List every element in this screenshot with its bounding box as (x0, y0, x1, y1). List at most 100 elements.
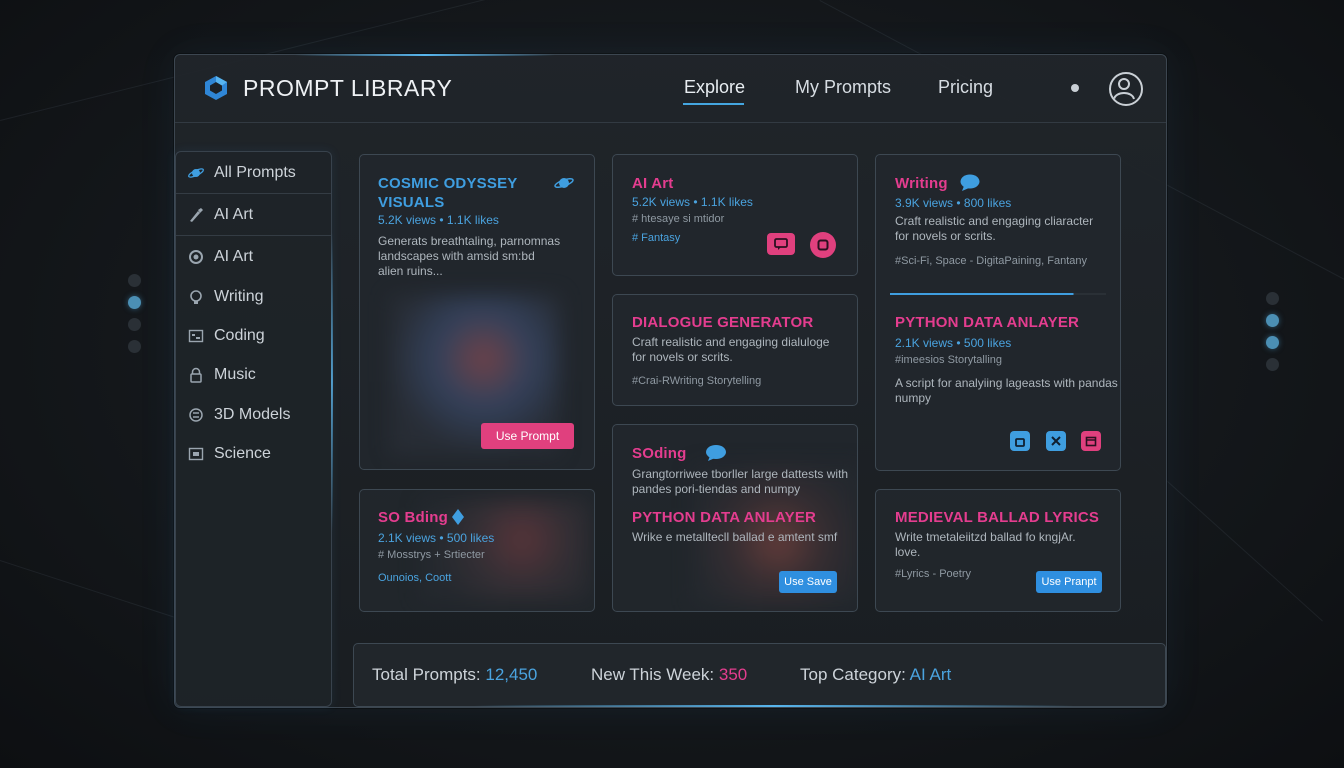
close-icon[interactable] (1046, 431, 1066, 451)
card-subtags: #imeesios Storytalling (895, 354, 1002, 366)
use-prompt-button[interactable]: Use Prompt (481, 423, 574, 449)
card-title: AI Art (632, 175, 674, 192)
card-stats: 2.1K views • 500 likes (895, 336, 1012, 350)
card-stats: 3.9K views • 800 likes (895, 196, 1012, 210)
calendar-icon[interactable] (1081, 431, 1101, 451)
nav-explore[interactable]: Explore (684, 77, 745, 98)
section-divider (890, 293, 1106, 295)
dot[interactable] (1266, 358, 1279, 371)
nav-my-prompts[interactable]: My Prompts (795, 77, 891, 98)
dot[interactable] (128, 318, 141, 331)
card-title: MEDIEVAL BALLAD LYRICS (895, 509, 1100, 526)
card-tags: #Lyrics - Poetry (895, 568, 972, 580)
stats-footer: Total Prompts: 12,450 New This Week: 350… (353, 643, 1166, 707)
lock-icon[interactable] (1010, 431, 1030, 451)
total-prompts-stat: Total Prompts: 12,450 (372, 665, 537, 685)
sidebar-item-ai-art[interactable]: AI Art (176, 195, 331, 235)
desc-line: numpy (895, 391, 932, 405)
app-title: PROMPT LIBRARY (243, 75, 453, 101)
dot-active[interactable] (1266, 314, 1279, 327)
divider (176, 193, 331, 194)
desc-line: Grangtorriwee tborller large dattests wi… (632, 467, 849, 481)
prompt-card-writing[interactable]: Writing 3.9K views • 800 likes Craft rea… (875, 154, 1121, 471)
nav-active-underline (683, 103, 744, 105)
left-pagination-dots (128, 274, 141, 353)
card-tags: #Sci-Fi, Space - DigitaPaining, Fantany (895, 255, 1087, 267)
stop-icon[interactable] (810, 232, 836, 258)
prompt-card-soding[interactable]: SOding Grangtorriwee tborller large datt… (612, 424, 858, 612)
stat-value: AI Art (909, 665, 952, 684)
dot[interactable] (128, 274, 141, 287)
sidebar-item-science[interactable]: Science (176, 434, 331, 474)
card-description: Write tmetaleiitzd ballad fo kngjAr. lov… (895, 530, 1076, 560)
card-title: SOding (632, 445, 687, 462)
desc-line: for novels or scrits. (895, 229, 996, 243)
card-tags: #Crai-RWriting Storytelling (632, 375, 762, 387)
desc-line: love. (895, 545, 921, 559)
stat-label: Total Prompts: (372, 665, 481, 684)
sidebar: All Prompts AI Art AI Art Writing Coding… (175, 151, 333, 707)
stat-label: Top Category: (800, 665, 906, 684)
desc-line: Write tmetaleiitzd ballad fo kngjAr. (895, 530, 1076, 544)
header-bar: PROMPT LIBRARY Explore My Prompts Pricin… (175, 54, 1166, 123)
prompt-card-medieval-ballad[interactable]: MEDIEVAL BALLAD LYRICS Write tmetaleiitz… (875, 489, 1121, 612)
card-tags: Ounoios, Coott (378, 572, 452, 584)
user-avatar-icon[interactable] (1109, 72, 1143, 106)
use-save-button[interactable]: Use Save (779, 571, 837, 593)
card-description: Craft realistic and engaging dialuloge f… (632, 335, 829, 365)
prompt-card-dialogue-generator[interactable]: DIALOGUE GENERATOR Craft realistic and e… (612, 294, 858, 406)
divider (176, 235, 331, 236)
chat-bubble-icon (960, 174, 980, 191)
sidebar-item-3d-models[interactable]: 3D Models (176, 395, 331, 435)
sidebar-item-coding[interactable]: Coding (176, 316, 331, 356)
prompt-card-so-bding[interactable]: SO Bding 2.1K views • 500 likes # Mosstr… (359, 489, 595, 612)
sidebar-item-label: AI Art (214, 206, 254, 223)
sidebar-item-ai-art-2[interactable]: AI Art (176, 237, 331, 277)
card-description: Generats breathtaling, parnomnas landsca… (378, 234, 560, 279)
code-icon (188, 328, 204, 344)
cube-icon (188, 407, 204, 423)
use-prompt-button[interactable]: Use Pranpt (1036, 571, 1102, 593)
dot-active[interactable] (128, 296, 141, 309)
dot[interactable] (1266, 292, 1279, 305)
new-this-week-stat: New This Week: 350 (591, 665, 747, 685)
sidebar-item-label: AI Art (214, 248, 254, 265)
stat-label: New This Week: (591, 665, 715, 684)
circle-icon (188, 249, 204, 265)
stat-value: 12,450 (485, 665, 538, 684)
sidebar-item-label: Music (214, 366, 256, 383)
chat-icon[interactable] (767, 233, 795, 255)
sidebar-item-music[interactable]: Music (176, 355, 331, 395)
sidebar-item-label: All Prompts (214, 164, 296, 181)
sidebar-item-label: Science (214, 445, 271, 462)
card-title: DIALOGUE GENERATOR (632, 314, 814, 331)
brush-icon (188, 207, 204, 223)
top-category-stat: Top Category: AI Art (800, 665, 951, 685)
card-description: Craft realistic and engaging cliaracter … (895, 214, 1093, 244)
desc-line: A script for analyiing lageasts with pan… (895, 376, 1118, 390)
sidebar-item-writing[interactable]: Writing (176, 277, 331, 317)
prompt-card-ai-art[interactable]: AI Art 5.2K views • 1.1K likes # htesaye… (612, 154, 858, 276)
card-title: PYTHON DATA ANLAYER (895, 314, 1080, 331)
dot[interactable] (128, 340, 141, 353)
app-window: PROMPT LIBRARY Explore My Prompts Pricin… (174, 54, 1167, 708)
desc-line: pandes pori-tiendas and numpy (632, 482, 801, 496)
card-stats: 2.1K views • 500 likes (378, 531, 495, 545)
nav-pricing[interactable]: Pricing (938, 77, 993, 98)
card-title: COSMIC ODYSSEY VISUALS (378, 174, 518, 212)
planet-icon (188, 165, 204, 181)
prompt-card-cosmic-odyssey[interactable]: COSMIC ODYSSEY VISUALS 5.2K views • 1.1K… (359, 154, 595, 470)
sidebar-item-all-prompts[interactable]: All Prompts (176, 153, 331, 193)
header-glow (295, 54, 555, 56)
notification-dot[interactable] (1071, 84, 1079, 92)
desc-line: for novels or scrits. (632, 350, 733, 364)
chat-bubble-icon (706, 445, 726, 461)
flask-icon (188, 446, 204, 462)
sidebar-item-label: Writing (214, 288, 264, 305)
card-stats: 5.2K views • 1.1K likes (378, 213, 499, 227)
dot-active[interactable] (1266, 336, 1279, 349)
card-subtags: # Mosstrys + Srtiecter (378, 549, 485, 561)
card-tags: # Fantasy (632, 232, 681, 244)
bulb-icon (188, 289, 204, 305)
sidebar-item-label: Coding (214, 327, 265, 344)
